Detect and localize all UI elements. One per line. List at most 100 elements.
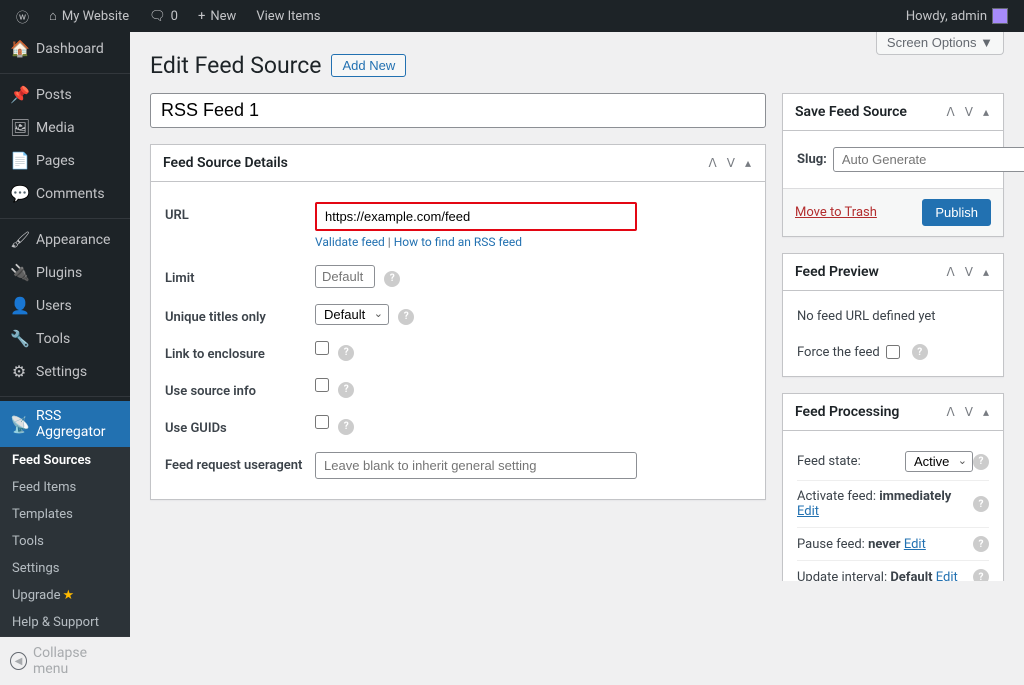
menu-media[interactable]: 🖼Media: [0, 111, 130, 144]
feed-state-select[interactable]: Active: [905, 451, 973, 472]
title-input[interactable]: [150, 93, 766, 128]
menu-label: Appearance: [36, 232, 110, 248]
force-feed-label: Force the feed: [797, 345, 880, 360]
row-useragent: Feed request useragent: [165, 444, 751, 487]
new-content-link[interactable]: +New: [190, 0, 244, 32]
toggle-icon[interactable]: ▴: [743, 154, 753, 172]
toggle-icon[interactable]: ▴: [981, 103, 991, 121]
tools-icon: 🔧: [10, 329, 28, 348]
submenu-settings[interactable]: Settings: [0, 555, 130, 582]
screen-options-toggle[interactable]: Screen Options ▼: [876, 32, 1004, 55]
menu-label: Posts: [36, 87, 72, 103]
submenu-upgrade[interactable]: Upgrade★: [0, 582, 130, 609]
guids-checkbox[interactable]: [315, 415, 329, 429]
add-new-button[interactable]: Add New: [331, 54, 406, 77]
move-down-icon[interactable]: ᐯ: [725, 154, 737, 172]
submenu-tools[interactable]: Tools: [0, 528, 130, 555]
source-checkbox[interactable]: [315, 378, 329, 392]
help-icon[interactable]: ?: [338, 345, 354, 361]
interval-edit-link[interactable]: Edit: [936, 570, 958, 582]
row-unique: Unique titles only Default ?: [165, 296, 751, 333]
wp-logo[interactable]: ⓦ: [8, 0, 37, 32]
interval-row: Update interval: Default Edit ?: [797, 560, 989, 581]
force-feed-checkbox[interactable]: [886, 345, 900, 359]
move-down-icon[interactable]: ᐯ: [963, 103, 975, 121]
move-up-icon[interactable]: ᐱ: [707, 154, 719, 172]
menu-plugins[interactable]: 🔌Plugins: [0, 256, 130, 289]
move-down-icon[interactable]: ᐯ: [963, 403, 975, 421]
activate-edit-link[interactable]: Edit: [797, 504, 819, 519]
publish-actions: Move to Trash Publish: [783, 188, 1003, 236]
move-to-trash-link[interactable]: Move to Trash: [795, 205, 877, 220]
move-up-icon[interactable]: ᐱ: [945, 403, 957, 421]
site-name-link[interactable]: ⌂My Website: [41, 0, 137, 32]
postbox-body: No feed URL defined yet Force the feed ?: [783, 291, 1003, 376]
useragent-input[interactable]: [315, 452, 637, 479]
users-icon: 👤: [10, 296, 28, 315]
move-down-icon[interactable]: ᐯ: [963, 263, 975, 281]
menu-users[interactable]: 👤Users: [0, 289, 130, 322]
menu-appearance[interactable]: 🖌Appearance: [0, 223, 130, 256]
comments-link[interactable]: 🗨0: [141, 0, 186, 32]
plugins-icon: 🔌: [10, 263, 28, 282]
menu-settings[interactable]: ⚙Settings: [0, 355, 130, 388]
view-items-link[interactable]: View Items: [248, 0, 328, 32]
side-column: Save Feed Source ᐱ ᐯ ▴ Slug: Move to Tra…: [782, 93, 1004, 581]
submenu-feed-sources[interactable]: Feed Sources: [0, 447, 130, 474]
limit-input[interactable]: [315, 265, 375, 288]
validate-feed-link[interactable]: Validate feed: [315, 235, 385, 249]
submenu-rss: Feed Sources Feed Items Templates Tools …: [0, 447, 130, 636]
feed-state-row: Feed state: Active ?: [797, 443, 989, 480]
help-icon[interactable]: ?: [384, 271, 400, 287]
help-icon[interactable]: ?: [338, 419, 354, 435]
slug-label: Slug:: [797, 152, 827, 167]
help-icon[interactable]: ?: [973, 569, 989, 581]
comments-icon: 💬: [10, 184, 28, 203]
activate-row: Activate feed: immediately Edit ?: [797, 480, 989, 527]
collapse-menu[interactable]: ◀Collapse menu: [0, 636, 130, 685]
toggle-icon[interactable]: ▴: [981, 263, 991, 281]
unique-select[interactable]: Default: [315, 304, 389, 325]
pause-edit-link[interactable]: Edit: [904, 537, 926, 552]
move-up-icon[interactable]: ᐱ: [945, 103, 957, 121]
publish-button[interactable]: Publish: [922, 199, 991, 226]
media-icon: 🖼: [10, 118, 28, 137]
guids-label: Use GUIDs: [165, 415, 315, 436]
help-icon[interactable]: ?: [398, 309, 414, 325]
menu-separator: [0, 69, 130, 74]
postbox-header: Feed Processing ᐱ ᐯ ▴: [783, 394, 1003, 431]
help-icon[interactable]: ?: [973, 536, 989, 552]
howdy-link[interactable]: Howdy, admin: [898, 0, 1016, 32]
preview-empty: No feed URL defined yet: [797, 303, 989, 340]
submenu-label: Upgrade: [12, 588, 60, 603]
star-icon: ★: [62, 588, 74, 603]
help-icon[interactable]: ?: [973, 454, 989, 470]
postbox-title: Feed Source Details: [163, 145, 288, 181]
move-up-icon[interactable]: ᐱ: [945, 263, 957, 281]
help-icon[interactable]: ?: [973, 496, 989, 512]
guids-field: ?: [315, 415, 751, 435]
enclosure-field: ?: [315, 341, 751, 361]
menu-tools[interactable]: 🔧Tools: [0, 322, 130, 355]
pages-icon: 📄: [10, 151, 28, 170]
submenu-templates[interactable]: Templates: [0, 501, 130, 528]
url-input[interactable]: [315, 202, 637, 231]
submenu-feed-items[interactable]: Feed Items: [0, 474, 130, 501]
help-icon[interactable]: ?: [912, 344, 928, 360]
site-name: My Website: [62, 9, 129, 24]
postbox-title: Save Feed Source: [795, 94, 907, 130]
menu-comments[interactable]: 💬Comments: [0, 177, 130, 210]
slug-input[interactable]: [833, 147, 1024, 172]
menu-posts[interactable]: 📌Posts: [0, 78, 130, 111]
menu-dashboard[interactable]: 🏠Dashboard: [0, 32, 130, 65]
postbox-title: Feed Preview: [795, 254, 879, 290]
howdy-text: Howdy, admin: [906, 9, 987, 24]
howto-rss-link[interactable]: How to find an RSS feed: [394, 235, 522, 249]
url-field: Validate feed | How to find an RSS feed: [315, 202, 751, 249]
help-icon[interactable]: ?: [338, 382, 354, 398]
enclosure-checkbox[interactable]: [315, 341, 329, 355]
menu-rss-aggregator[interactable]: 📡RSS Aggregator: [0, 401, 130, 447]
submenu-help[interactable]: Help & Support: [0, 609, 130, 636]
toggle-icon[interactable]: ▴: [981, 403, 991, 421]
menu-pages[interactable]: 📄Pages: [0, 144, 130, 177]
